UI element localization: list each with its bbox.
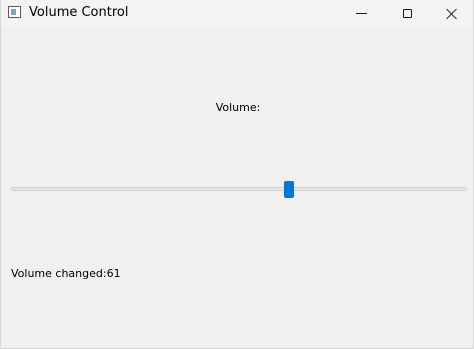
title-bar[interactable]: Volume Control [1,0,473,27]
maximize-icon [402,9,412,18]
slider-groove[interactable] [11,187,467,191]
close-button[interactable] [429,0,474,27]
slider-handle[interactable] [284,181,295,198]
volume-control-window: Volume Control Volume: Volume changed:61 [0,0,474,349]
window-title: Volume Control [29,5,129,20]
volume-label: Volume: [215,101,261,114]
maximize-button[interactable] [384,0,430,27]
volume-slider[interactable] [11,180,467,198]
close-icon [446,8,458,20]
minimize-button[interactable] [338,0,384,27]
app-window-icon [8,6,21,18]
minimize-icon [355,13,367,14]
status-text: Volume changed:61 [11,267,121,280]
